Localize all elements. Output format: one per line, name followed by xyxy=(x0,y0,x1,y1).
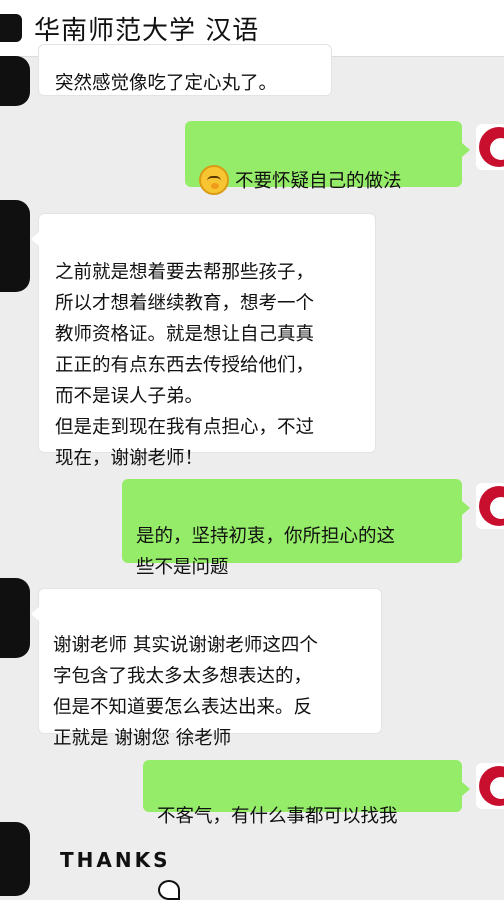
chat-title: 华南师范大学 汉语 xyxy=(34,16,260,46)
back-button[interactable] xyxy=(0,14,22,42)
sticker-text: THANKS xyxy=(60,848,171,872)
contact-avatar[interactable] xyxy=(0,56,30,106)
message-text: 是的，坚持初衷，你所担心的这 些不是问题 xyxy=(136,526,396,578)
message-text: 突然感觉像吃了定心丸了。 xyxy=(55,73,278,94)
my-avatar[interactable] xyxy=(476,483,504,529)
thanks-sticker[interactable]: THANKS xyxy=(60,840,180,900)
message-text: 不客气，有什么事都可以找我 xyxy=(157,806,398,827)
message-text: 之前就是想着要去帮那些孩子， 所以才想着继续教育，想考一个 教师资格证。就是想让… xyxy=(55,262,315,469)
leaf-icon xyxy=(158,880,180,900)
contact-avatar[interactable] xyxy=(0,200,30,292)
message-text: 谢谢老师 其实说谢谢老师这四个 字包含了我太多太多想表达的， 但是不知道要怎么表… xyxy=(53,635,318,749)
message-bubble-incoming: 之前就是想着要去帮那些孩子， 所以才想着继续教育，想考一个 教师资格证。就是想让… xyxy=(31,213,376,469)
message-bubble-outgoing: 是的，坚持初衷，你所担心的这 些不是问题 xyxy=(122,479,470,578)
my-avatar[interactable] xyxy=(476,124,504,170)
message-bubble-incoming: 突然感觉像吃了定心丸了。 xyxy=(38,44,332,96)
message-bubble-outgoing: 不客气，有什么事都可以找我 xyxy=(143,760,470,827)
contact-avatar[interactable] xyxy=(0,578,30,658)
message-bubble-incoming: 谢谢老师 其实说谢谢老师这四个 字包含了我太多太多想表达的， 但是不知道要怎么表… xyxy=(31,588,382,749)
contact-avatar[interactable] xyxy=(0,822,30,896)
my-avatar[interactable] xyxy=(476,763,504,809)
message-text: 不要怀疑自己的做法 xyxy=(235,171,402,192)
message-bubble-outgoing: 不要怀疑自己的做法 xyxy=(185,121,470,195)
thinking-emoji-icon xyxy=(199,165,229,195)
